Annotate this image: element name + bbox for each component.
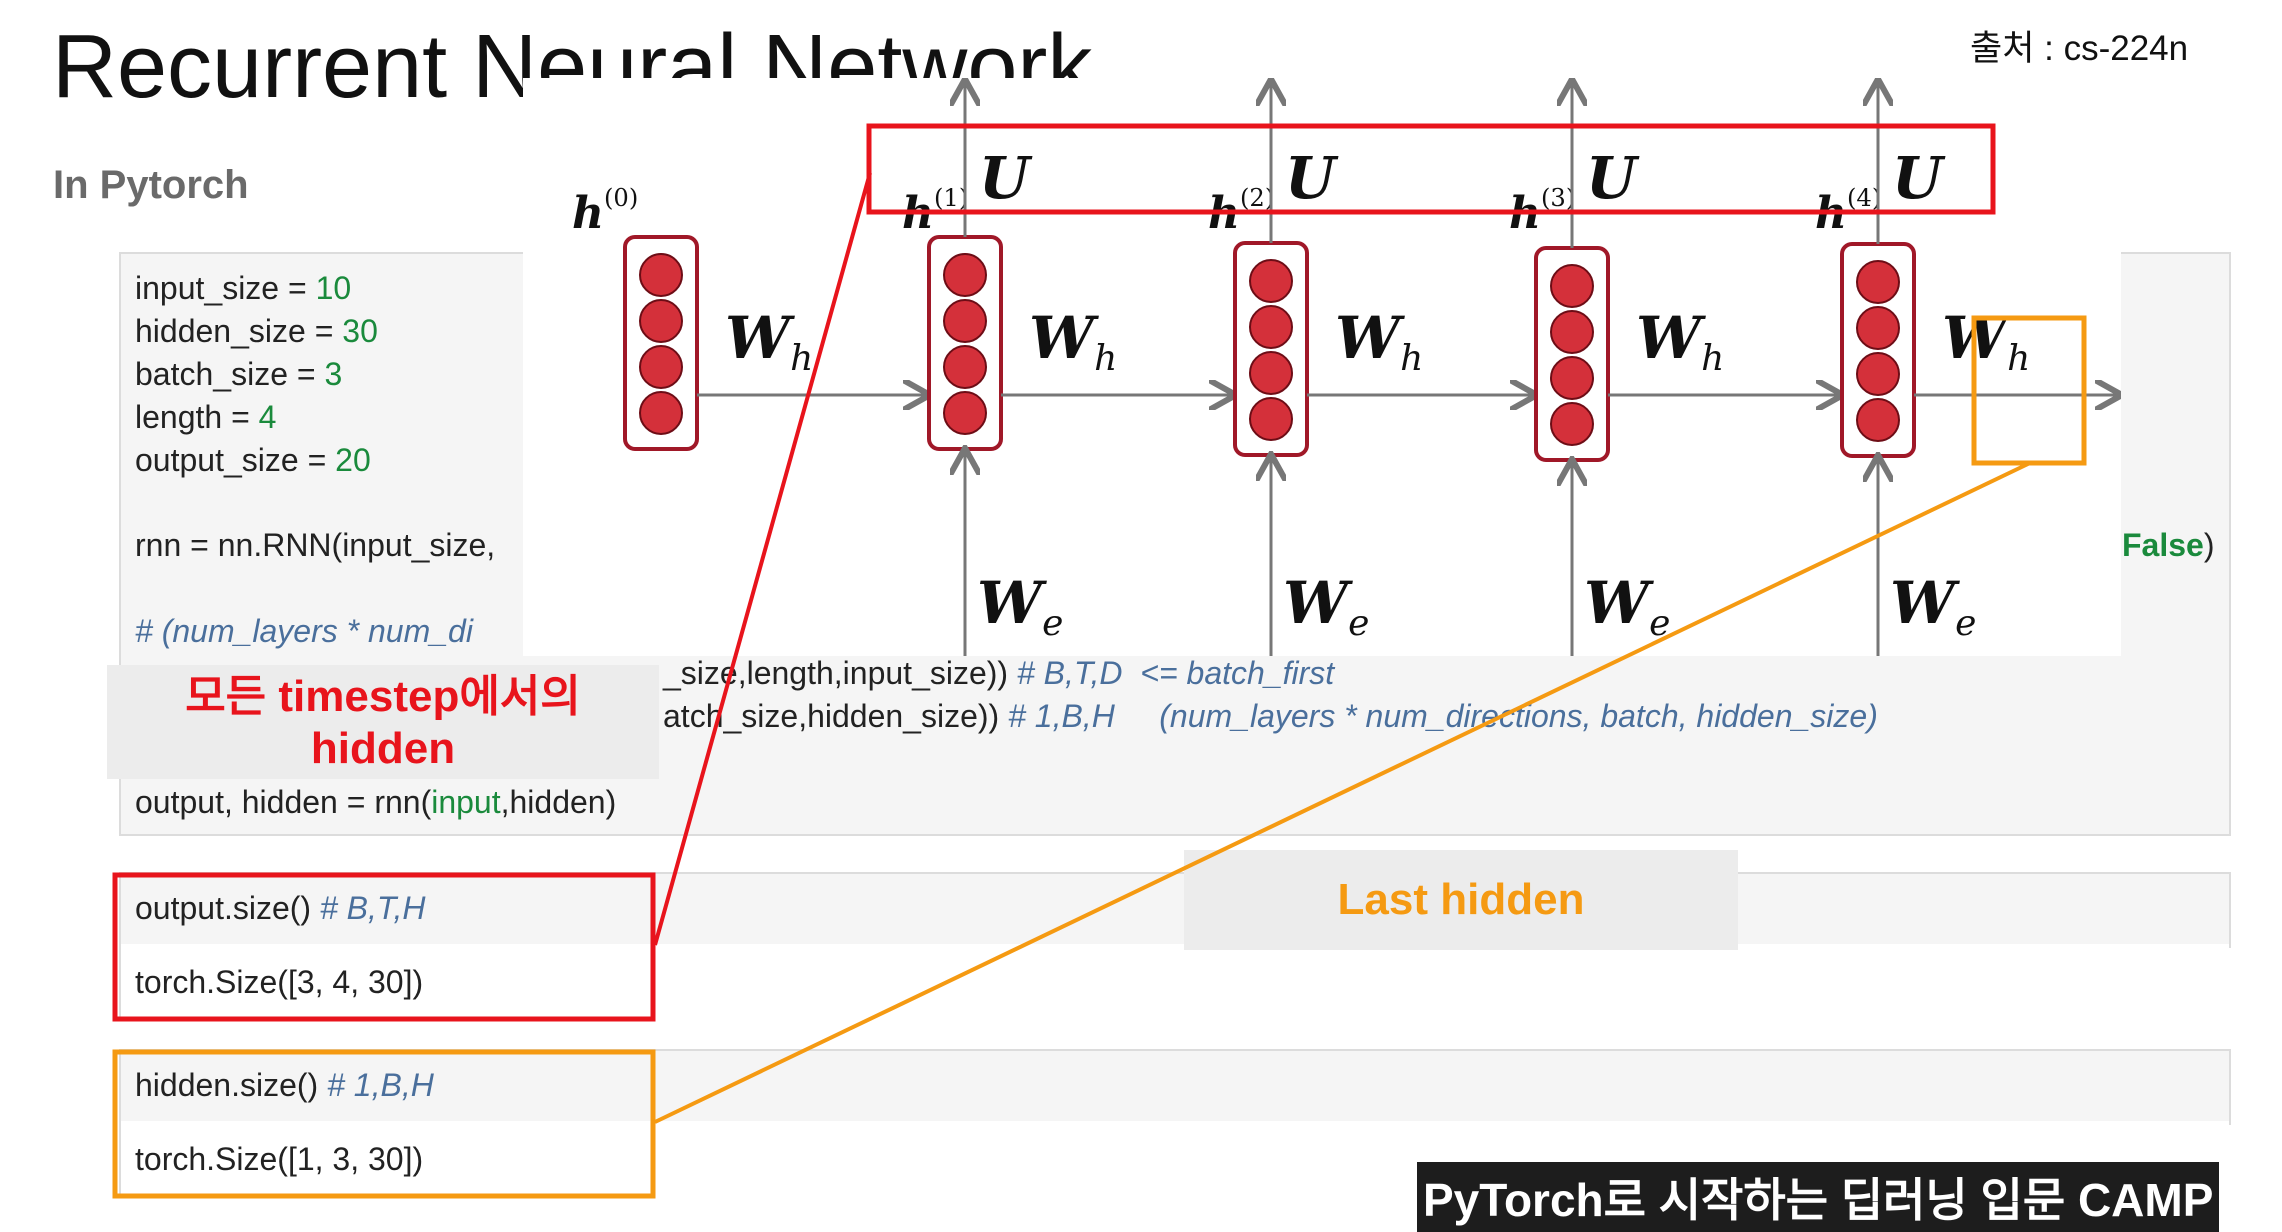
red-connector-line [653,172,872,946]
red-highlight-box-output-size [112,872,656,1022]
orange-highlight-box-hidden-size [112,1049,656,1199]
highlight-overlay [112,123,2087,1199]
red-highlight-box-outputs [866,123,1996,215]
footer-banner: PyTorch로 시작하는 딥러닝 입문 CAMP [1417,1162,2220,1232]
orange-highlight-box-last-hidden [1971,315,2087,466]
orange-connector-line [654,461,2031,1124]
